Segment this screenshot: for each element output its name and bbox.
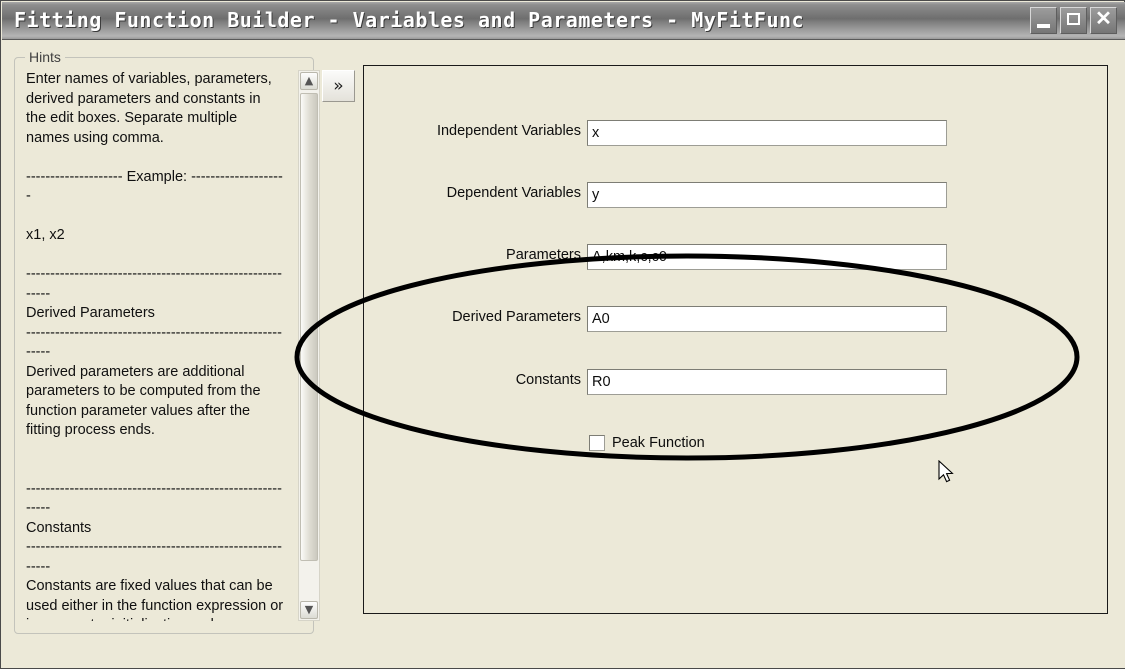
constants-input[interactable]: [587, 369, 947, 395]
expand-panel-button[interactable]: »: [322, 70, 355, 102]
window-controls: ✕: [1030, 7, 1117, 34]
window-title: Fitting Function Builder - Variables and…: [14, 8, 805, 32]
peak-function-checkbox[interactable]: [589, 435, 605, 451]
peak-function-label[interactable]: Peak Function: [612, 435, 705, 451]
form-row-dependent-variables: Dependent Variables: [364, 182, 1109, 208]
dependent-variables-input[interactable]: [587, 182, 947, 208]
screenshot-root: Fitting Function Builder - Variables and…: [0, 0, 1125, 669]
independent-variables-input[interactable]: [587, 120, 947, 146]
maximize-button[interactable]: [1060, 7, 1087, 34]
title-bar[interactable]: Fitting Function Builder - Variables and…: [2, 2, 1125, 40]
constants-label: Constants: [515, 372, 581, 388]
hints-content-area: Enter names of variables, parameters, de…: [24, 70, 304, 621]
dependent-variables-label: Dependent Variables: [446, 185, 581, 201]
hints-scrollbar[interactable]: ▲ ▼: [298, 70, 320, 621]
chevron-up-icon: ▲: [304, 74, 314, 87]
scrollbar-thumb[interactable]: [300, 93, 318, 561]
minimize-icon: [1037, 24, 1050, 28]
derived-parameters-input[interactable]: [587, 306, 947, 332]
client-area: Hints Enter names of variables, paramete…: [2, 40, 1125, 668]
chevron-down-icon: ▼: [304, 603, 314, 616]
hints-groupbox: Hints Enter names of variables, paramete…: [14, 49, 320, 634]
independent-variables-label: Independent Variables: [436, 123, 581, 139]
derived-parameters-label: Derived Parameters: [452, 309, 581, 325]
peak-function-row: Peak Function: [589, 435, 705, 451]
minimize-button[interactable]: [1030, 7, 1057, 34]
parameters-label: Parameters: [506, 247, 581, 263]
form-row-parameters: Parameters: [364, 244, 1109, 270]
application-window: Fitting Function Builder - Variables and…: [0, 0, 1125, 669]
form-row-constants: Constants: [364, 369, 1109, 395]
scroll-down-button[interactable]: ▼: [300, 601, 318, 619]
scroll-up-button[interactable]: ▲: [300, 72, 318, 90]
form-row-derived-parameters: Derived Parameters: [364, 306, 1109, 332]
variables-parameters-panel: Independent Variables Dependent Variable…: [363, 65, 1108, 614]
parameters-input[interactable]: [587, 244, 947, 270]
close-button[interactable]: ✕: [1090, 7, 1117, 34]
hints-text: Enter names of variables, parameters, de…: [26, 71, 284, 621]
close-icon: ✕: [1095, 8, 1112, 30]
form-row-independent-variables: Independent Variables: [364, 120, 1109, 146]
maximize-icon: [1067, 13, 1080, 25]
hints-group-title: Hints: [25, 49, 65, 65]
